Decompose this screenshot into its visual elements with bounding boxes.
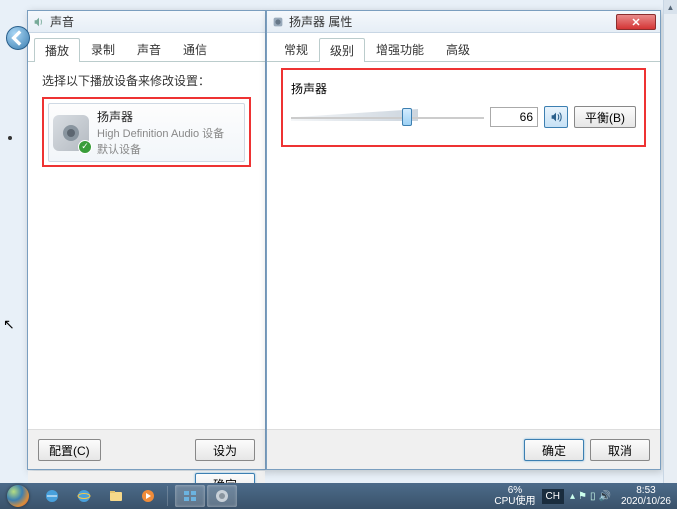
device-item-speakers[interactable]: ✓ 扬声器 High Definition Audio 设备 默认设备 bbox=[48, 103, 245, 162]
props-tabs: 常规 级别 增强功能 高级 bbox=[267, 33, 660, 62]
configure-button[interactable]: 配置(C) bbox=[38, 439, 101, 461]
sound-titlebar: 声音 bbox=[28, 11, 265, 33]
balance-button[interactable]: 平衡(B) bbox=[574, 106, 636, 128]
level-row: 平衡(B) bbox=[291, 103, 636, 131]
speaker-properties-window: 扬声器 属性 常规 级别 增强功能 高级 扬声器 平衡(B) bbox=[266, 10, 661, 470]
volume-value-input[interactable] bbox=[490, 107, 538, 127]
sound-button-row: 配置(C) 设为 bbox=[28, 429, 265, 469]
cpu-percent: 6% bbox=[494, 485, 535, 496]
taskbar: 6% CPU使用 CH ▴ ⚑ ▯ 🔊 8:53 2020/10/26 bbox=[0, 483, 677, 509]
sound-tabs: 播放 录制 声音 通信 bbox=[28, 33, 265, 62]
speaker-icon bbox=[32, 15, 46, 29]
speaker-icon bbox=[271, 15, 285, 29]
taskbar-explorer-icon[interactable] bbox=[101, 485, 131, 507]
mouse-cursor: ↖ bbox=[3, 316, 15, 333]
device-icon-wrap: ✓ bbox=[53, 115, 89, 151]
clock-time: 8:53 bbox=[621, 485, 671, 496]
level-label: 扬声器 bbox=[291, 80, 636, 97]
tray-volume-icon[interactable]: 🔊 bbox=[598, 491, 610, 502]
levels-panel: 扬声器 平衡(B) bbox=[281, 68, 646, 147]
cpu-widget[interactable]: 6% CPU使用 bbox=[490, 485, 539, 507]
props-content: 扬声器 平衡(B) bbox=[267, 62, 660, 432]
clock[interactable]: 8:53 2020/10/26 bbox=[615, 485, 677, 507]
system-tray: 6% CPU使用 CH ▴ ⚑ ▯ 🔊 8:53 2020/10/26 bbox=[490, 483, 677, 509]
language-indicator[interactable]: CH bbox=[542, 489, 564, 504]
volume-slider[interactable] bbox=[291, 103, 484, 131]
sound-window: 声音 播放 录制 声音 通信 选择以下播放设备来修改设置： ✓ 扬声器 High… bbox=[27, 10, 266, 470]
back-button[interactable] bbox=[6, 26, 30, 50]
instruction-text: 选择以下播放设备来修改设置： bbox=[42, 72, 251, 89]
start-button[interactable] bbox=[0, 483, 36, 509]
taskbar-app-icon[interactable] bbox=[175, 485, 205, 507]
tab-recording[interactable]: 录制 bbox=[80, 37, 126, 61]
mute-button[interactable] bbox=[544, 106, 568, 128]
props-title: 扬声器 属性 bbox=[289, 13, 616, 30]
default-check-icon: ✓ bbox=[78, 140, 92, 154]
scroll-up-icon[interactable]: ▲ bbox=[664, 0, 677, 14]
device-name: 扬声器 bbox=[97, 108, 224, 125]
taskbar-media-icon[interactable] bbox=[133, 485, 163, 507]
taskbar-sound-icon[interactable] bbox=[207, 485, 237, 507]
tray-arrow-icon[interactable]: ▴ bbox=[570, 491, 575, 502]
tray-flag-icon[interactable]: ⚑ bbox=[578, 491, 587, 502]
slider-thumb[interactable] bbox=[402, 108, 412, 126]
tab-general[interactable]: 常规 bbox=[273, 37, 319, 61]
device-list: ✓ 扬声器 High Definition Audio 设备 默认设备 bbox=[42, 97, 251, 167]
taskbar-ie-icon-2[interactable] bbox=[69, 485, 99, 507]
device-status: 默认设备 bbox=[97, 141, 224, 157]
marker-dot bbox=[8, 136, 12, 140]
window-scrollbar[interactable]: ▲ bbox=[663, 0, 677, 483]
tab-sounds[interactable]: 声音 bbox=[126, 37, 172, 61]
tab-communications[interactable]: 通信 bbox=[172, 37, 218, 61]
taskbar-ie-icon[interactable] bbox=[37, 485, 67, 507]
props-cancel-button[interactable]: 取消 bbox=[590, 439, 650, 461]
sound-title: 声音 bbox=[50, 13, 261, 30]
tab-playback[interactable]: 播放 bbox=[34, 38, 80, 62]
device-subtitle: High Definition Audio 设备 bbox=[97, 125, 224, 141]
cpu-label: CPU使用 bbox=[494, 496, 535, 507]
tab-advanced[interactable]: 高级 bbox=[435, 37, 481, 61]
tab-levels[interactable]: 级别 bbox=[319, 38, 365, 62]
tray-icons: ▴ ⚑ ▯ 🔊 bbox=[566, 491, 615, 502]
close-button[interactable] bbox=[616, 14, 656, 30]
props-button-row: 确定 取消 bbox=[267, 429, 660, 469]
props-titlebar: 扬声器 属性 bbox=[267, 11, 660, 33]
clock-date: 2020/10/26 bbox=[621, 496, 671, 507]
tab-enhancements[interactable]: 增强功能 bbox=[365, 37, 435, 61]
sound-content: 选择以下播放设备来修改设置： ✓ 扬声器 High Definition Aud… bbox=[28, 62, 265, 432]
props-ok-button[interactable]: 确定 bbox=[524, 439, 584, 461]
device-text: 扬声器 High Definition Audio 设备 默认设备 bbox=[97, 108, 224, 157]
tray-network-icon[interactable]: ▯ bbox=[590, 491, 596, 502]
set-default-button[interactable]: 设为 bbox=[195, 439, 255, 461]
